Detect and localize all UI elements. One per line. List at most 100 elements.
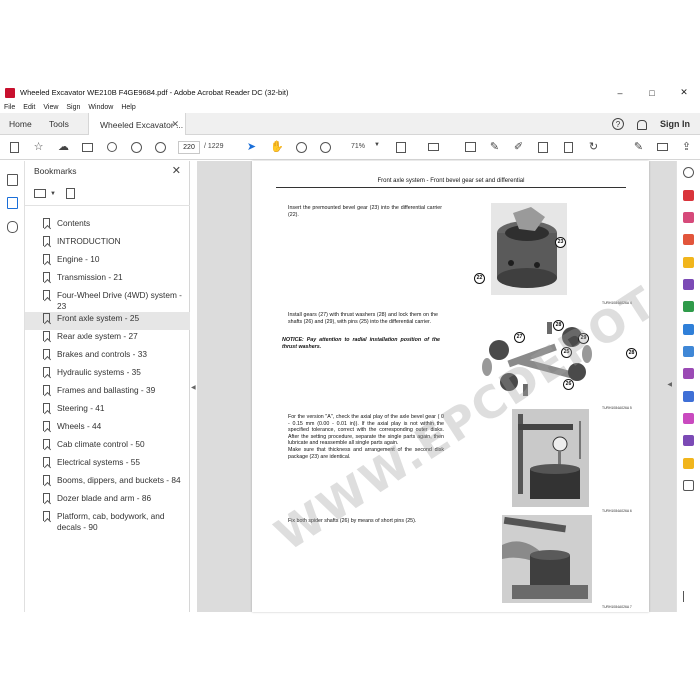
collapse-tools-icon[interactable] [683, 591, 694, 602]
bookmark-item[interactable]: INTRODUCTION [25, 235, 190, 253]
cloud-upload-icon[interactable]: ☁ [57, 141, 70, 154]
highlight-pen-icon[interactable]: ✎ [488, 141, 501, 154]
bookmark-item[interactable]: Cab climate control - 50 [25, 438, 190, 456]
window-title: Wheeled Excavator WE210B F4GE9684.pdf - … [20, 88, 289, 97]
draw-icon[interactable]: ✐ [512, 141, 525, 154]
bookmark-label: Transmission - 21 [57, 272, 123, 282]
menu-sign[interactable]: Sign [66, 104, 80, 111]
tab-tools[interactable]: Tools [49, 113, 69, 135]
figure-caption-6: TURH1084A026A 6 [602, 509, 632, 513]
scan-ocr-icon[interactable] [683, 346, 694, 357]
page-number-input[interactable]: 220 [178, 141, 200, 154]
share-icon[interactable]: ⇪ [680, 141, 693, 154]
bookmark-icon [43, 290, 50, 300]
menu-help[interactable]: Help [121, 104, 135, 111]
page-fit-icon[interactable] [396, 142, 406, 153]
tab-home[interactable]: Home [9, 113, 32, 135]
bookmark-item[interactable]: Steering - 41 [25, 402, 190, 420]
bookmark-icon [43, 313, 50, 323]
minimize-button[interactable]: – [604, 84, 636, 101]
bookmark-item[interactable]: Engine - 10 [25, 253, 190, 271]
bookmark-item[interactable]: Wheels - 44 [25, 420, 190, 438]
callout-28-right: 28 [626, 348, 637, 359]
combine-files-icon[interactable] [683, 279, 694, 290]
pages-thumbnail-icon[interactable] [7, 174, 18, 186]
previous-page-icon[interactable] [131, 142, 142, 153]
edit-pdf-icon[interactable] [683, 234, 694, 245]
hand-tool-icon[interactable]: ✋ [270, 141, 284, 154]
email-icon[interactable] [657, 143, 668, 151]
delete-icon[interactable] [564, 142, 573, 153]
bookmark-item[interactable]: Contents [25, 217, 190, 235]
scroll-mode-icon[interactable] [428, 143, 439, 151]
prepare-form-icon[interactable] [683, 413, 694, 424]
bookmark-icon [43, 421, 50, 431]
right-panel-expand-icon[interactable]: ◀ [667, 381, 672, 388]
redact-icon[interactable] [683, 324, 694, 335]
acrobat-logo-icon [5, 87, 15, 98]
select-cursor-icon[interactable]: ➤ [245, 141, 258, 154]
right-tools-rail [676, 161, 700, 612]
bookmark-icon [43, 236, 50, 246]
find-bookmark-icon[interactable] [65, 188, 75, 199]
search-icon[interactable] [683, 167, 694, 178]
bookmarks-close-icon[interactable]: ✕ [172, 164, 181, 177]
options-chevron-down-icon[interactable]: ▼ [50, 191, 56, 197]
bookmark-label: INTRODUCTION [57, 236, 121, 246]
bookmarks-panel: Bookmarks ✕ ▼ Contents INTRODUCTION Engine… [25, 161, 190, 612]
menu-view[interactable]: View [43, 104, 58, 111]
bookmark-icon [43, 349, 50, 359]
notification-bell-icon[interactable] [636, 119, 647, 130]
bookmark-item[interactable]: Frames and ballasting - 39 [25, 384, 190, 402]
next-page-icon[interactable] [155, 142, 166, 153]
create-pdf-icon[interactable] [683, 212, 694, 223]
bookmark-item[interactable]: Brakes and controls - 33 [25, 348, 190, 366]
protect-icon[interactable] [683, 391, 694, 402]
maximize-button[interactable]: □ [636, 84, 668, 101]
zoom-chevron-down-icon[interactable]: ▼ [374, 142, 380, 148]
bookmark-item[interactable]: Rear axle system - 27 [25, 330, 190, 348]
figure-bevel-gear-carrier [491, 203, 567, 295]
attachments-icon[interactable] [7, 221, 18, 233]
bookmark-star-icon[interactable]: ☆ [32, 141, 45, 154]
menu-edit[interactable]: Edit [23, 104, 35, 111]
figure-spider-shaft-pins [502, 515, 592, 603]
bookmark-item[interactable]: Platform, cab, bodywork, and decals - 90 [25, 510, 190, 533]
zoom-in-icon[interactable] [320, 142, 331, 153]
bookmark-item[interactable]: Transmission - 21 [25, 271, 190, 289]
comment-tool-icon[interactable] [683, 257, 694, 268]
bookmark-label: Four-Wheel Drive (4WD) system - 23 [57, 290, 182, 311]
export-pdf-icon[interactable] [683, 190, 694, 201]
find-icon[interactable] [107, 142, 117, 152]
document-viewport[interactable]: Front axle system - Front bevel gear set… [197, 161, 676, 612]
fill-sign-icon[interactable] [538, 142, 548, 153]
bookmark-item[interactable]: Electrical systems - 55 [25, 456, 190, 474]
print-icon[interactable] [82, 143, 93, 152]
bookmark-item[interactable]: Hydraulic systems - 35 [25, 366, 190, 384]
organize-pages-icon[interactable] [683, 301, 694, 312]
close-window-button[interactable]: ✕ [668, 84, 700, 101]
tab-close-icon[interactable]: ✕ [171, 119, 179, 130]
bookmark-options-icon[interactable] [34, 189, 46, 198]
send-for-signature-icon[interactable] [683, 435, 694, 446]
panel-collapse-icon[interactable]: ◀ [191, 384, 196, 391]
menu-window[interactable]: Window [88, 104, 113, 111]
more-tools-icon[interactable] [683, 480, 694, 491]
bookmark-item[interactable]: Four-Wheel Drive (4WD) system - 23 [25, 289, 190, 312]
edit-icon[interactable]: ✎ [632, 141, 645, 154]
menu-file[interactable]: File [4, 104, 15, 111]
bookmark-item[interactable]: Dozer blade and arm - 86 [25, 492, 190, 510]
sign-in-link[interactable]: Sign In [660, 119, 690, 129]
comment-icon[interactable] [465, 142, 476, 152]
tab-document[interactable]: Wheeled Excavator ... ✕ [88, 113, 186, 136]
zoom-level-dropdown[interactable]: 71% [351, 143, 365, 150]
save-icon[interactable] [10, 142, 19, 153]
fill-and-sign-icon[interactable] [683, 368, 694, 379]
rotate-icon[interactable]: ↻ [587, 141, 600, 154]
certificates-icon[interactable] [683, 458, 694, 469]
bookmark-item[interactable]: Front axle system - 25 [25, 312, 190, 330]
bookmark-item[interactable]: Booms, dippers, and buckets - 84 [25, 474, 190, 492]
zoom-out-icon[interactable] [296, 142, 307, 153]
help-icon[interactable]: ? [612, 118, 624, 130]
bookmarks-panel-icon[interactable] [7, 197, 18, 209]
